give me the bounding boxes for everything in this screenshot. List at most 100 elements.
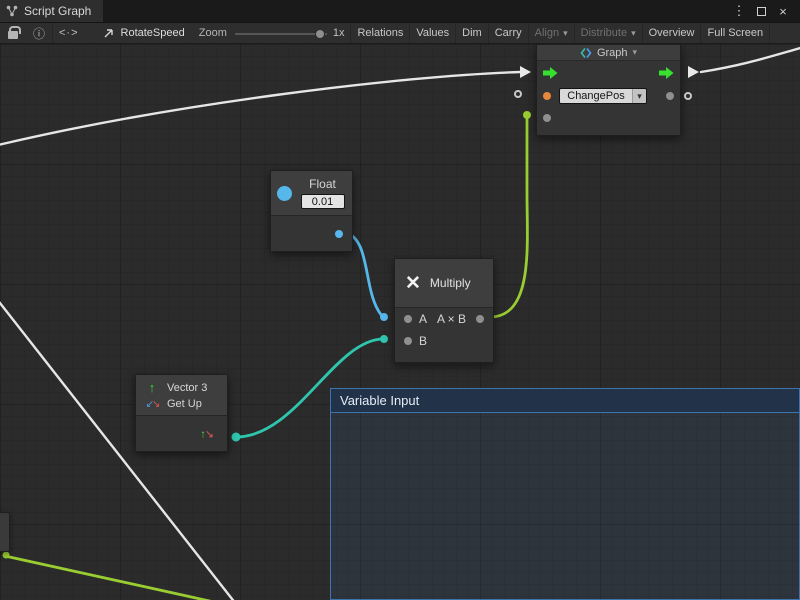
float-node-title: Float — [309, 177, 336, 191]
port-row-a: A A × B — [395, 308, 493, 330]
relations-label: Relations — [357, 27, 403, 39]
variable-input-group-body — [331, 413, 799, 599]
chevron-down-icon: ▾ — [631, 28, 636, 39]
vector3-get-up-node[interactable]: ↑ Vector 3 ↙↘ Get Up ↑↘ — [135, 374, 228, 452]
wire-endpoint-dot — [523, 111, 531, 119]
tab-script-graph[interactable]: Script Graph — [0, 0, 103, 22]
variable-dropdown-label: ChangePos — [560, 89, 632, 103]
align-button[interactable]: Align ▾ — [528, 23, 574, 43]
wire-bottom-left-green[interactable] — [5, 556, 214, 600]
script-graph-window: Script Graph ⋮ × ⓘ <·> RotateSpeed Zoom … — [0, 0, 800, 600]
full-screen-button[interactable]: Full Screen — [700, 23, 770, 43]
wire-out-of-graph-node[interactable] — [701, 47, 800, 72]
graph-breadcrumb[interactable]: RotateSpeed — [93, 23, 195, 43]
zoom-value: 1x — [331, 23, 351, 43]
port-row-b: B — [395, 330, 493, 352]
float-type-icon — [277, 186, 292, 201]
multiply-icon: ✕ — [405, 272, 421, 295]
wire-into-graph-node[interactable] — [0, 72, 520, 146]
graph-toolbar: ⓘ <·> RotateSpeed Zoom 1x Relations Valu… — [0, 22, 800, 44]
multiply-result-port[interactable] — [476, 315, 484, 323]
overview-label: Overview — [649, 27, 695, 39]
changepos-input-port[interactable] — [543, 92, 551, 100]
zoom-slider-handle[interactable] — [315, 29, 325, 39]
vector3-node-header: ↑ Vector 3 ↙↘ Get Up — [136, 375, 227, 415]
wire-multiply-to-changepos[interactable] — [490, 117, 527, 317]
float-node-header: Float — [271, 171, 352, 215]
graph-node-title: Graph — [597, 47, 628, 59]
port-result-label: A × B — [437, 312, 466, 326]
flow-in-port[interactable] — [543, 67, 558, 79]
flow-row — [537, 61, 680, 85]
flow-wire-arrow-left — [520, 66, 531, 78]
multiply-input-a-port[interactable] — [404, 315, 412, 323]
value-out-port[interactable] — [666, 92, 674, 100]
vector3-member-label: Get Up — [167, 398, 202, 410]
zoom-label: Zoom — [195, 23, 231, 43]
offscreen-node[interactable] — [0, 512, 10, 552]
flow-wire-arrow-right — [688, 66, 699, 78]
window-controls: ⋮ × — [730, 0, 800, 22]
multiply-input-b-port[interactable] — [404, 337, 412, 345]
carry-button[interactable]: Carry — [488, 23, 528, 43]
wire-endpoint-dot — [380, 335, 388, 343]
vector3-up-icon: ↑ — [144, 380, 160, 395]
values-button[interactable]: Values — [409, 23, 455, 43]
variable-input-group-header[interactable]: Variable Input — [331, 389, 799, 413]
graph-canvas[interactable]: Variable Input — [0, 44, 800, 600]
flow-out-port[interactable] — [659, 67, 674, 79]
distribute-button[interactable]: Distribute ▾ — [574, 23, 642, 43]
info-button[interactable]: ⓘ — [26, 23, 52, 43]
values-label: Values — [416, 27, 449, 39]
dim-label: Dim — [462, 27, 482, 39]
wire-endpoint-dot — [380, 313, 388, 321]
float-literal-node[interactable]: Float — [270, 170, 353, 252]
overview-button[interactable]: Overview — [642, 23, 701, 43]
chevron-down-icon: ▾ — [632, 89, 646, 103]
zoom-slider[interactable] — [235, 23, 327, 44]
close-icon[interactable]: × — [774, 2, 792, 20]
multiply-node[interactable]: ✕ Multiply A A × B B — [394, 258, 494, 363]
port-b-label: B — [419, 334, 427, 348]
wire-endpoint-dot — [3, 552, 10, 559]
wire-endpoint-dot — [232, 433, 241, 442]
titlebar: Script Graph ⋮ × — [0, 0, 800, 22]
multiply-node-header: ✕ Multiply — [395, 259, 493, 307]
maximize-box — [757, 7, 766, 16]
unconnected-port-right[interactable] — [684, 92, 692, 100]
align-label: Align — [535, 27, 559, 39]
chevron-down-icon: ▾ — [563, 28, 568, 39]
code-icon: <·> — [59, 27, 79, 39]
graph-output-node[interactable]: Graph ▾ ChangePos ▾ — [536, 44, 681, 136]
port-a-label: A — [419, 312, 427, 326]
vector3-node-body: ↑↘ — [136, 415, 227, 451]
unconnected-port-left[interactable] — [514, 90, 522, 98]
carry-label: Carry — [495, 27, 522, 39]
full-screen-label: Full Screen — [707, 27, 763, 39]
group-title: Variable Input — [340, 393, 419, 408]
graph-name-label: RotateSpeed — [121, 27, 185, 39]
extra-port-row — [537, 107, 680, 129]
variable-input-group[interactable]: Variable Input — [330, 388, 800, 600]
info-icon: ⓘ — [33, 25, 45, 42]
code-view-button[interactable]: <·> — [52, 23, 85, 43]
multiply-node-body: A A × B B — [395, 307, 493, 362]
maximize-icon[interactable] — [752, 2, 770, 20]
graph-node-header[interactable]: Graph ▾ — [537, 45, 680, 61]
lock-icon — [8, 31, 18, 39]
relations-button[interactable]: Relations — [350, 23, 409, 43]
multiply-node-title: Multiply — [430, 276, 471, 290]
vector3-type-label: Vector 3 — [167, 382, 207, 394]
float-value-input[interactable] — [301, 194, 345, 209]
vector3-axes-icon: ↙↘ — [144, 399, 160, 410]
dim-button[interactable]: Dim — [455, 23, 488, 43]
float-output-port[interactable] — [335, 230, 343, 238]
kebab-menu-icon[interactable]: ⋮ — [730, 2, 748, 20]
distribute-label: Distribute — [581, 27, 627, 39]
graph-pointer-icon — [103, 27, 115, 39]
lock-button[interactable] — [0, 23, 26, 43]
script-graph-icon — [580, 47, 592, 59]
value-in-port[interactable] — [543, 114, 551, 122]
float-node-body — [271, 215, 352, 251]
variable-dropdown[interactable]: ChangePos ▾ — [559, 88, 647, 104]
